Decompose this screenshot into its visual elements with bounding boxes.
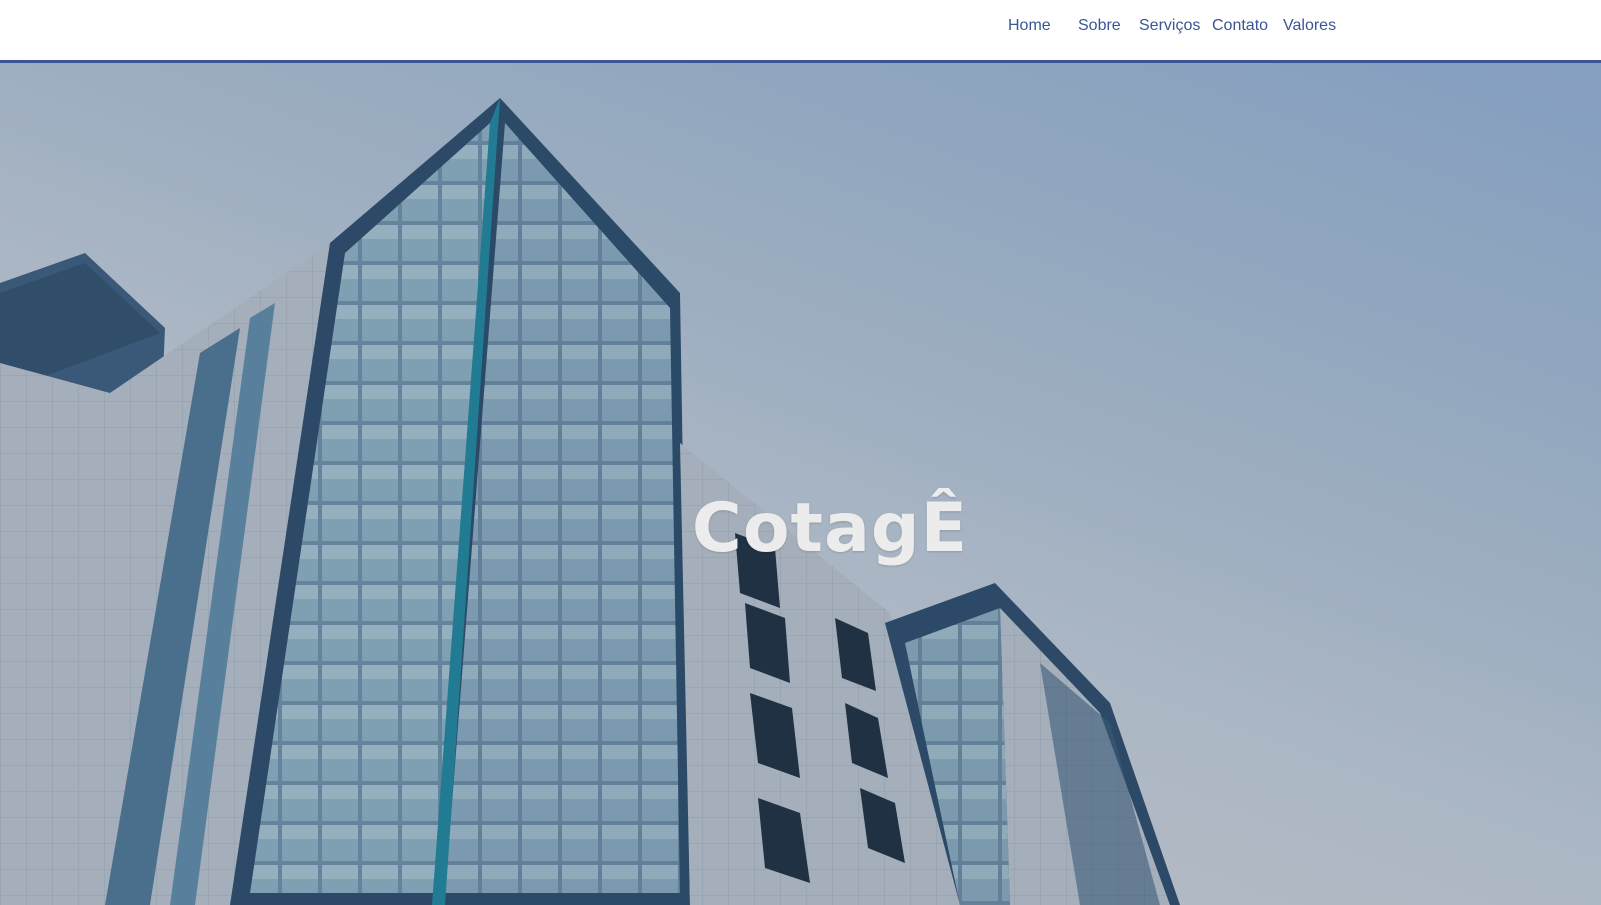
hero-overlay xyxy=(0,63,1601,905)
nav-link-servicos[interactable]: Serviços xyxy=(1139,17,1200,35)
nav-link-sobre[interactable]: Sobre xyxy=(1078,17,1121,35)
nav-link-valores[interactable]: Valores xyxy=(1283,17,1336,35)
hero-title: CotagÊ xyxy=(691,488,969,568)
nav-link-home[interactable]: Home xyxy=(1008,17,1051,35)
hero-section: CotagÊ xyxy=(0,63,1601,905)
nav-link-contato[interactable]: Contato xyxy=(1212,17,1268,35)
top-navbar: Home Sobre Serviços Contato Valores xyxy=(0,0,1601,63)
